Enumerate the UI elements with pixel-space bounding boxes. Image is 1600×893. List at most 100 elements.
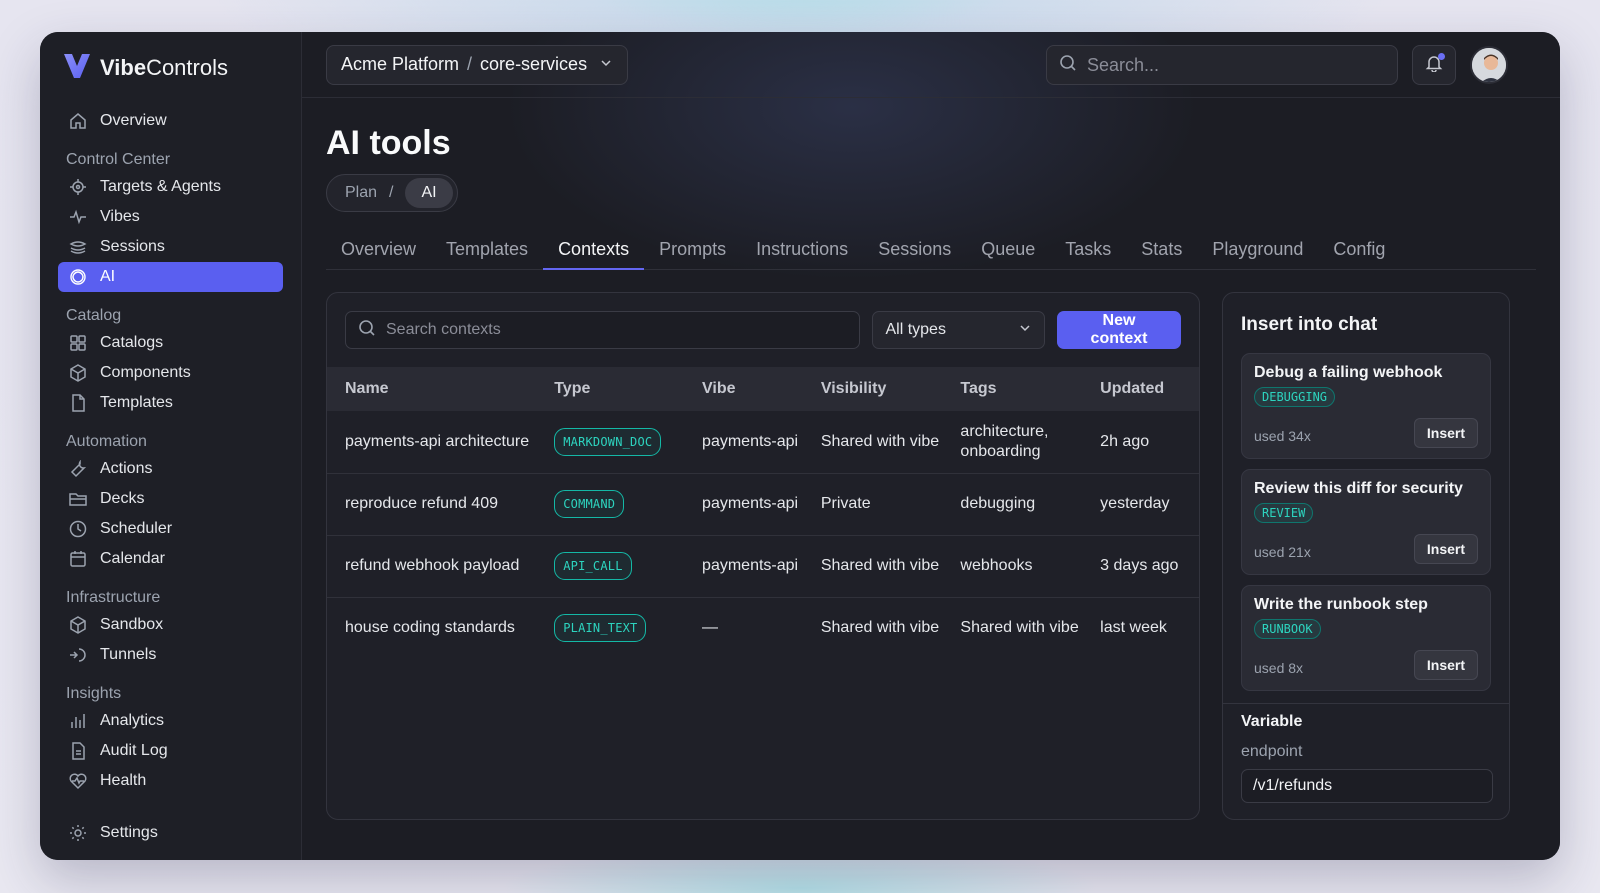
- tab-playground[interactable]: Playground: [1197, 230, 1318, 270]
- sidebar-item-actions[interactable]: Actions: [58, 454, 283, 484]
- sidebar-item-label: Targets & Agents: [100, 178, 221, 195]
- sidebar-item-label: Calendar: [100, 550, 165, 567]
- prompt-card[interactable]: Debug a failing webhook DEBUGGING used 3…: [1241, 353, 1491, 459]
- breadcrumb-plan[interactable]: Plan: [345, 184, 377, 202]
- contexts-toolbar: All types New context: [327, 293, 1199, 367]
- table-row[interactable]: house coding standards PLAIN_TEXT — Shar…: [327, 597, 1199, 659]
- sidebar-item-label: Sandbox: [100, 616, 164, 633]
- sidebar-item-label: Vibes: [100, 208, 140, 225]
- tab-queue[interactable]: Queue: [966, 230, 1050, 270]
- tab-prompts[interactable]: Prompts: [644, 230, 741, 270]
- sidebar-item-label: Tunnels: [100, 646, 157, 663]
- table-row[interactable]: refund webhook payload API_CALL payments…: [327, 535, 1199, 598]
- contexts-search-input[interactable]: [386, 321, 826, 339]
- sidebar-item-sessions[interactable]: Sessions: [58, 232, 283, 262]
- sidebar-item-health[interactable]: Health: [58, 766, 283, 796]
- contexts-search[interactable]: [345, 311, 861, 349]
- sidebar-item-vibes[interactable]: Vibes: [58, 202, 283, 232]
- cell-visibility: Shared with vibe: [820, 619, 940, 637]
- prompt-card[interactable]: Write the runbook step RUNBOOK used 8x I…: [1241, 585, 1491, 691]
- chevron-down-icon: [1018, 321, 1032, 340]
- sidebar-item-templates[interactable]: Templates: [58, 388, 283, 418]
- grid-icon: [68, 333, 88, 353]
- sidebar-item-ai[interactable]: AI: [58, 262, 283, 292]
- clock-icon: [68, 519, 88, 539]
- breadcrumb-ai[interactable]: AI: [405, 178, 453, 208]
- search-input[interactable]: [1087, 54, 1367, 76]
- sidebar-item-catalogs[interactable]: Catalogs: [58, 328, 283, 358]
- breadcrumb-separator: /: [389, 184, 394, 201]
- cell-type: PLAIN_TEXT: [536, 597, 684, 659]
- column-header-type[interactable]: Type: [536, 367, 684, 411]
- project-switcher[interactable]: Acme Platform / core-services: [326, 44, 629, 85]
- cell-type: API_CALL: [536, 535, 685, 598]
- sidebar-item-overview[interactable]: Overview: [58, 106, 283, 136]
- cell-updated: 3 days ago: [1082, 535, 1199, 598]
- cube-icon: [68, 615, 88, 635]
- column-header-updated[interactable]: Updated: [1082, 367, 1199, 411]
- notifications-button[interactable]: [1412, 45, 1456, 85]
- sidebar-item-label: AI: [100, 268, 116, 285]
- column-header-name[interactable]: Name: [327, 367, 536, 411]
- sidebar-item-scheduler[interactable]: Scheduler: [58, 514, 283, 544]
- sidebar-item-analytics[interactable]: Analytics: [58, 706, 283, 736]
- tab-templates[interactable]: Templates: [431, 230, 543, 270]
- cell-type: MARKDOWN_DOC: [536, 411, 685, 474]
- table-row[interactable]: reproduce refund 409 COMMAND payments-ap…: [327, 473, 1199, 536]
- tab-config[interactable]: Config: [1318, 230, 1400, 270]
- type-filter-value: All types: [885, 321, 946, 338]
- tab-instructions[interactable]: Instructions: [741, 230, 863, 270]
- sidebar-item-decks[interactable]: Decks: [58, 484, 283, 514]
- new-context-button[interactable]: New context: [1057, 311, 1181, 349]
- sidebar-item-label: Actions: [100, 460, 153, 477]
- table-header-row: Name Type Vibe Visibility Tags Updated: [327, 367, 1199, 411]
- cell-tags: debugging: [942, 473, 1083, 536]
- sidebar-item-components[interactable]: Components: [58, 358, 283, 388]
- variable-name: endpoint: [1241, 743, 1303, 760]
- insert-button[interactable]: Insert: [1413, 418, 1478, 448]
- table-row[interactable]: payments-api architecture MARKDOWN_DOC p…: [327, 411, 1199, 474]
- pulse-icon: [68, 207, 88, 227]
- cell-vibe: payments-api: [684, 411, 803, 474]
- tab-stats[interactable]: Stats: [1126, 230, 1197, 270]
- insert-panel-title: Insert into chat: [1241, 314, 1378, 335]
- ai-icon: [68, 267, 88, 287]
- type-badge: MARKDOWN_DOC: [554, 427, 662, 456]
- insert-button[interactable]: Insert: [1413, 534, 1478, 564]
- insert-button[interactable]: Insert: [1413, 650, 1478, 680]
- sidebar-item-targets-agents[interactable]: Targets & Agents: [58, 172, 283, 202]
- column-header-tags[interactable]: Tags: [942, 367, 1082, 411]
- prompt-card[interactable]: Review this diff for security REVIEW use…: [1241, 469, 1491, 575]
- sidebar-item-label: Overview: [100, 112, 167, 129]
- variable-heading: Variable: [1241, 713, 1303, 730]
- folder-icon: [68, 489, 88, 509]
- sidebar-item-settings[interactable]: Settings: [58, 818, 283, 848]
- type-badge: PLAIN_TEXT: [554, 614, 647, 643]
- breadcrumb: Plan / AI: [326, 174, 458, 212]
- column-header-visibility[interactable]: Visibility: [803, 367, 943, 411]
- column-header-vibe[interactable]: Vibe: [684, 367, 803, 411]
- tab-tasks[interactable]: Tasks: [1050, 230, 1126, 270]
- type-filter-select[interactable]: All types: [872, 311, 1046, 349]
- prompt-card-badge: RUNBOOK: [1254, 619, 1321, 639]
- tab-overview[interactable]: Overview: [326, 230, 431, 270]
- sidebar-section-title: Automation: [66, 433, 147, 450]
- variable-value-input[interactable]: [1241, 769, 1493, 803]
- sidebar-item-tunnels[interactable]: Tunnels: [58, 640, 283, 670]
- app-window: VibeControls Overview Control Center Tar…: [40, 32, 1560, 860]
- sidebar-item-calendar[interactable]: Calendar: [58, 544, 283, 574]
- cell-vibe: payments-api: [684, 473, 803, 536]
- avatar[interactable]: [1470, 46, 1508, 84]
- heart-pulse-icon: [68, 771, 88, 791]
- gear-icon: [68, 823, 88, 843]
- cell-name: reproduce refund 409: [327, 473, 537, 536]
- global-search[interactable]: [1046, 45, 1398, 85]
- brand-name: VibeControls: [100, 55, 228, 80]
- brand[interactable]: VibeControls: [58, 50, 283, 86]
- sidebar-item-sandbox[interactable]: Sandbox: [58, 610, 283, 640]
- sidebar-item-audit-log[interactable]: Audit Log: [58, 736, 283, 766]
- tab-sessions[interactable]: Sessions: [863, 230, 966, 270]
- cell-name: payments-api architecture: [327, 411, 537, 474]
- cell-updated: yesterday: [1082, 473, 1199, 536]
- tab-contexts[interactable]: Contexts: [543, 230, 645, 270]
